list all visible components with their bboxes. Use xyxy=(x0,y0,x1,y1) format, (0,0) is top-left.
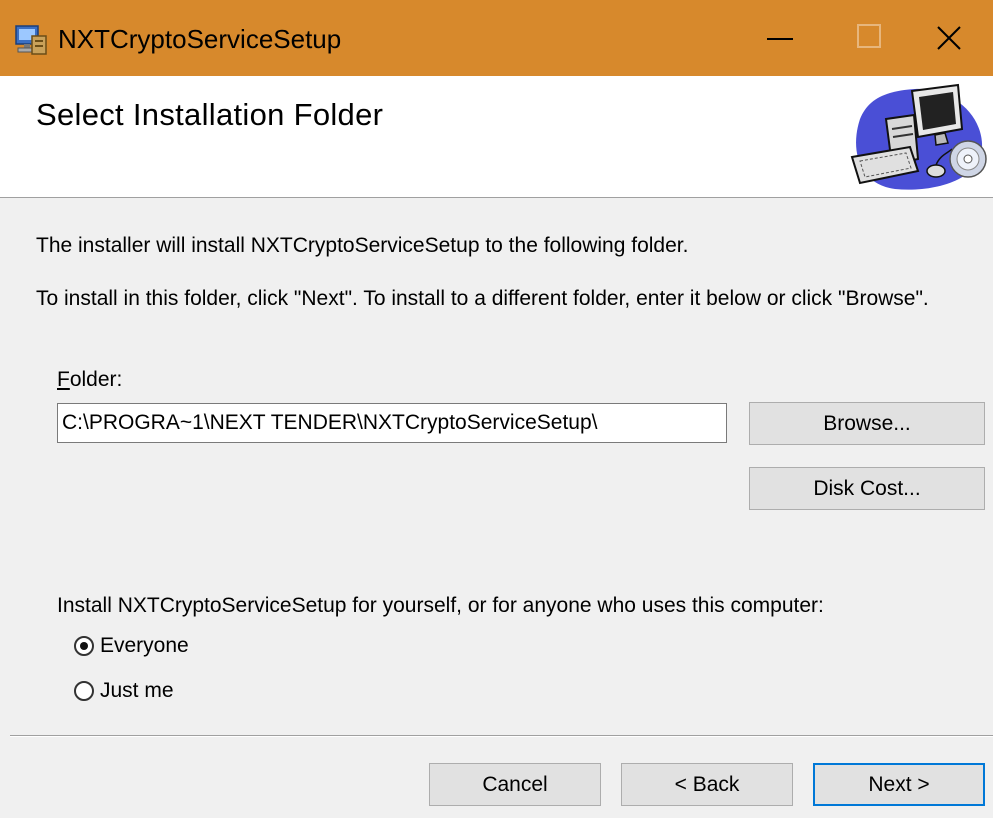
footer-separator xyxy=(10,735,993,737)
folder-label: Folder: xyxy=(57,367,122,393)
window-title: NXTCryptoServiceSetup xyxy=(58,24,342,54)
maximize-icon xyxy=(857,24,881,48)
header-banner: Select Installation Folder xyxy=(0,76,993,198)
folder-label-rest: older: xyxy=(69,368,123,391)
browse-button[interactable]: Browse... xyxy=(749,402,985,445)
radio-button-selected[interactable] xyxy=(74,636,94,656)
radio-everyone-label[interactable]: Everyone xyxy=(100,633,189,659)
folder-label-accelerator: F xyxy=(57,368,70,391)
page-title: Select Installation Folder xyxy=(36,97,384,132)
intro-text-line-2: To install in this folder, click "Next".… xyxy=(36,287,929,310)
intro-text-line-1: The installer will install NXTCryptoServ… xyxy=(36,234,689,257)
folder-path-input[interactable] xyxy=(57,403,727,443)
radio-just-me-label[interactable]: Just me xyxy=(100,678,174,704)
close-button[interactable] xyxy=(903,0,993,76)
minimize-button[interactable] xyxy=(735,0,827,76)
close-icon xyxy=(937,26,961,50)
cancel-button[interactable]: Cancel xyxy=(429,763,601,806)
radio-dot xyxy=(80,642,88,650)
computer-with-disc-icon xyxy=(850,83,987,190)
installer-app-icon xyxy=(15,25,47,55)
minimize-icon xyxy=(767,38,793,40)
title-bar[interactable]: NXTCryptoServiceSetup xyxy=(0,0,993,76)
next-button[interactable]: Next > xyxy=(813,763,985,806)
install-scope-question: Install NXTCryptoServiceSetup for yourse… xyxy=(57,594,824,617)
disk-cost-button[interactable]: Disk Cost... xyxy=(749,467,985,510)
radio-button-unselected[interactable] xyxy=(74,681,94,701)
installer-window: NXTCryptoServiceSetup Select Installatio… xyxy=(0,0,993,818)
back-button[interactable]: < Back xyxy=(621,763,793,806)
